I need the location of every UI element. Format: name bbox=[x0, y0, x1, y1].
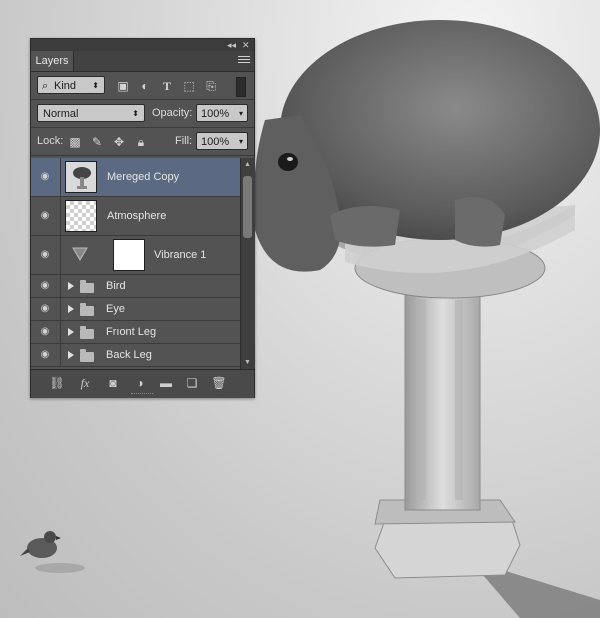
panel-menu-icon[interactable] bbox=[238, 56, 250, 66]
scrollbar-thumb[interactable] bbox=[243, 176, 252, 238]
divider bbox=[60, 321, 61, 343]
birdbath bbox=[325, 205, 575, 579]
layer-row[interactable]: ◉ Mereged Copy bbox=[31, 158, 240, 197]
filter-row: ⌕ Kind ⬍ ▣ ◐ T ⬚ ⎘ bbox=[31, 75, 254, 97]
lock-label: Lock: bbox=[37, 135, 64, 147]
close-panel-icon[interactable]: ✕ bbox=[242, 39, 250, 51]
layer-group-row[interactable]: ◉ Back Leg bbox=[31, 344, 240, 367]
layers-panel: ◂◂ ✕ Layers ⌕ Kind ⬍ ▣ ◐ T ⬚ ⎘ Normal ⬍ … bbox=[30, 38, 255, 398]
expand-triangle-icon[interactable] bbox=[68, 282, 74, 290]
lock-row: Lock: ▩ ✎ ✥ 🔒︎ Fill: 100% ▾ bbox=[31, 131, 254, 153]
visibility-eye-icon[interactable]: ◉ bbox=[37, 250, 53, 260]
layer-name: Eye bbox=[106, 303, 125, 315]
filter-toggle[interactable] bbox=[236, 77, 246, 97]
chevron-down-icon[interactable]: ▾ bbox=[239, 133, 243, 151]
layer-thumbnail bbox=[65, 161, 97, 193]
lock-move-icon[interactable]: ✥ bbox=[111, 134, 127, 150]
chevron-updown-icon: ⬍ bbox=[132, 109, 139, 118]
scroll-down-icon[interactable]: ▼ bbox=[244, 359, 251, 366]
divider bbox=[60, 197, 61, 235]
layer-name: Back Leg bbox=[106, 349, 152, 361]
blend-mode-select[interactable]: Normal ⬍ bbox=[37, 104, 145, 122]
sparrow bbox=[20, 531, 85, 573]
layer-list: ◉ Mereged Copy ◉ Atmosphere ◉ Vibrance 1 bbox=[31, 158, 240, 369]
chevron-down-icon[interactable]: ▾ bbox=[239, 105, 243, 123]
divider bbox=[60, 158, 61, 196]
expand-triangle-icon[interactable] bbox=[68, 328, 74, 336]
visibility-eye-icon[interactable]: ◉ bbox=[37, 304, 53, 314]
lock-paint-icon[interactable]: ✎ bbox=[89, 134, 105, 150]
lock-all-icon[interactable]: 🔒︎ bbox=[133, 134, 149, 150]
layer-name: Atmosphere bbox=[107, 210, 167, 222]
new-layer-icon[interactable]: ❏ bbox=[184, 376, 200, 390]
folder-icon bbox=[80, 303, 94, 316]
trash-icon[interactable]: 🗑︎ bbox=[211, 376, 227, 390]
divider bbox=[31, 127, 254, 128]
expand-triangle-icon[interactable] bbox=[68, 351, 74, 359]
layer-group-row[interactable]: ◉ Frıont Leg bbox=[31, 321, 240, 344]
tab-layers[interactable]: Layers bbox=[31, 51, 74, 71]
fx-icon[interactable]: fx bbox=[77, 376, 93, 390]
visibility-eye-icon[interactable]: ◉ bbox=[37, 350, 53, 360]
fill-label: Fill: bbox=[175, 135, 193, 147]
smart-object-filter-icon[interactable]: ⎘ bbox=[203, 78, 219, 94]
adjustment-icon[interactable]: ◑ bbox=[132, 376, 148, 390]
layer-name: Bird bbox=[106, 280, 126, 292]
blend-row: Normal ⬍ Opacity: 100% ▾ bbox=[31, 103, 254, 125]
shape-filter-icon[interactable]: ⬚ bbox=[181, 78, 197, 94]
layer-name: Mereged Copy bbox=[107, 171, 180, 183]
divider bbox=[60, 344, 61, 366]
layer-group-row[interactable]: ◉ Eye bbox=[31, 298, 240, 321]
layers-bottom-toolbar: ⛓ fx ◙ ◑ ▬ ❏ 🗑︎ bbox=[31, 369, 254, 398]
filter-kind-select[interactable]: ⌕ Kind ⬍ bbox=[37, 76, 105, 94]
divider bbox=[60, 275, 61, 297]
hippo-thumbnail-icon bbox=[73, 167, 91, 189]
folder-icon bbox=[80, 326, 94, 339]
vibrance-adjustment-icon bbox=[72, 247, 88, 264]
expand-triangle-icon[interactable] bbox=[68, 305, 74, 313]
folder-icon bbox=[80, 280, 94, 293]
layer-thumbnail bbox=[65, 200, 97, 232]
search-icon: ⌕ bbox=[42, 80, 49, 92]
tab-row: Layers bbox=[31, 51, 254, 72]
visibility-eye-icon[interactable]: ◉ bbox=[37, 281, 53, 291]
visibility-eye-icon[interactable]: ◉ bbox=[37, 211, 53, 221]
divider bbox=[31, 155, 254, 156]
panel-title-bar[interactable]: ◂◂ ✕ bbox=[31, 39, 254, 51]
divider bbox=[60, 236, 61, 274]
group-folder-icon[interactable]: ▬ bbox=[158, 376, 174, 390]
layer-name: Frıont Leg bbox=[106, 326, 157, 338]
pixel-filter-icon[interactable]: ▣ bbox=[115, 78, 131, 94]
layer-name: Vibrance 1 bbox=[154, 249, 207, 261]
folder-icon bbox=[80, 349, 94, 362]
lock-transparent-icon[interactable]: ▩ bbox=[67, 134, 83, 150]
panel-resize-grip[interactable] bbox=[131, 393, 153, 397]
fill-field[interactable]: 100% ▾ bbox=[196, 132, 248, 150]
visibility-eye-icon[interactable]: ◉ bbox=[37, 172, 53, 182]
mask-icon[interactable]: ◙ bbox=[105, 376, 121, 390]
layer-row[interactable]: ◉ Atmosphere bbox=[31, 197, 240, 236]
blend-mode-value: Normal bbox=[43, 108, 79, 120]
divider bbox=[31, 99, 254, 100]
layer-mask-thumbnail bbox=[113, 239, 145, 271]
opacity-value: 100% bbox=[201, 108, 230, 120]
collapse-panel-icon[interactable]: ◂◂ bbox=[227, 39, 236, 51]
scroll-up-icon[interactable]: ▲ bbox=[244, 161, 251, 168]
visibility-eye-icon[interactable]: ◉ bbox=[37, 327, 53, 337]
type-filter-icon[interactable]: T bbox=[159, 78, 175, 94]
chevron-updown-icon: ⬍ bbox=[92, 81, 99, 90]
layer-group-row[interactable]: ◉ Bird bbox=[31, 275, 240, 298]
fill-value: 100% bbox=[201, 136, 230, 148]
layer-row[interactable]: ◉ Vibrance 1 bbox=[31, 236, 240, 275]
opacity-field[interactable]: 100% ▾ bbox=[196, 104, 248, 122]
adjustment-filter-icon[interactable]: ◐ bbox=[137, 78, 153, 94]
opacity-label: Opacity: bbox=[152, 107, 193, 119]
link-layers-icon[interactable]: ⛓ bbox=[49, 376, 65, 390]
layers-scrollbar[interactable]: ▲ ▼ bbox=[240, 158, 255, 369]
divider bbox=[60, 298, 61, 320]
filter-kind-label: Kind bbox=[54, 80, 77, 92]
